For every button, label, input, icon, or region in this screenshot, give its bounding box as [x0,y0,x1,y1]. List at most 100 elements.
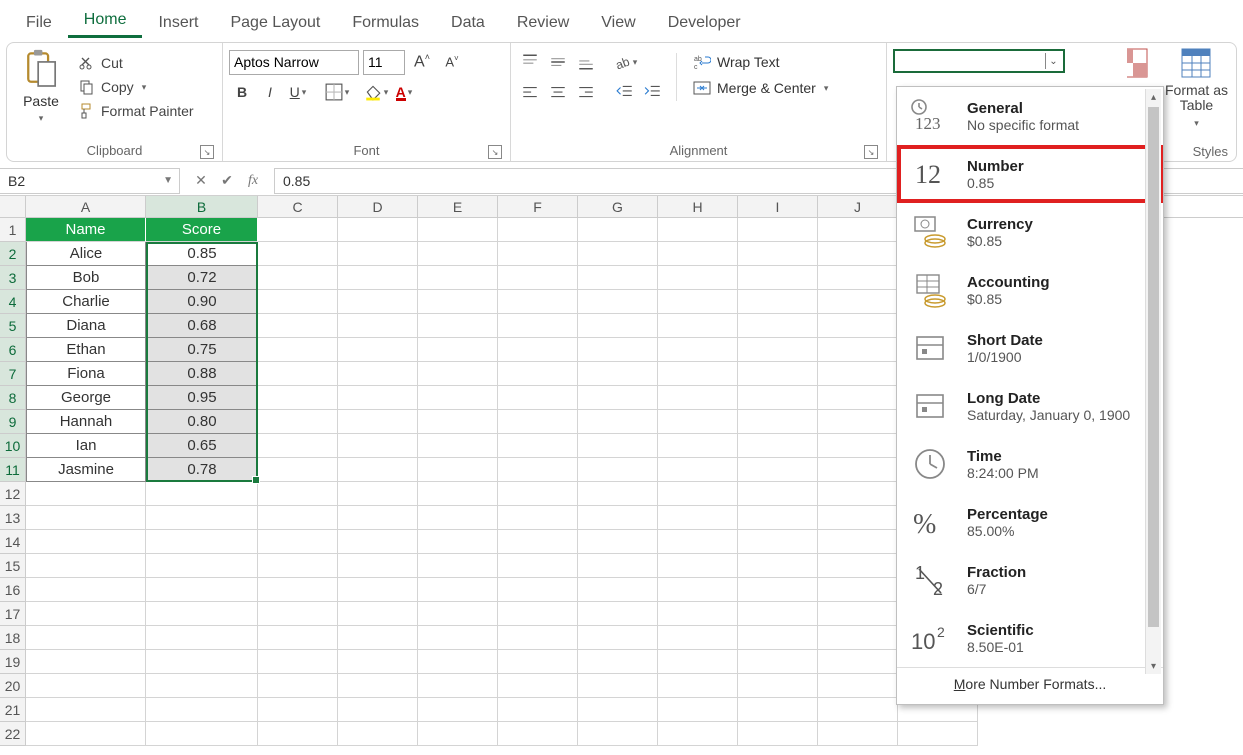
cell-F1[interactable] [498,218,578,242]
cell-B16[interactable] [146,578,258,602]
cell-J18[interactable] [818,626,898,650]
cell-C9[interactable] [258,410,338,434]
row-header-13[interactable]: 13 [0,506,26,530]
cell-D9[interactable] [338,410,418,434]
cell-J5[interactable] [818,314,898,338]
row-header-20[interactable]: 20 [0,674,26,698]
cell-E7[interactable] [418,362,498,386]
cell-B15[interactable] [146,554,258,578]
cell-G21[interactable] [578,698,658,722]
cell-H1[interactable] [658,218,738,242]
format-painter-button[interactable]: Format Painter [75,101,198,121]
cell-A3[interactable]: Bob [26,266,146,290]
cell-G9[interactable] [578,410,658,434]
cell-J17[interactable] [818,602,898,626]
format-option-number[interactable]: 12 Number 0.85 [897,145,1163,203]
cell-E4[interactable] [418,290,498,314]
number-format-combo[interactable]: ⌄ [893,49,1065,73]
cell-F9[interactable] [498,410,578,434]
select-all-corner[interactable] [0,196,26,217]
cell-J20[interactable] [818,674,898,698]
cell-G4[interactable] [578,290,658,314]
cell-G2[interactable] [578,242,658,266]
cell-A4[interactable]: Charlie [26,290,146,314]
tab-developer[interactable]: Developer [652,6,757,38]
cell-I11[interactable] [738,458,818,482]
cell-D4[interactable] [338,290,418,314]
cell-E13[interactable] [418,506,498,530]
cell-J19[interactable] [818,650,898,674]
cell-D20[interactable] [338,674,418,698]
cell-C18[interactable] [258,626,338,650]
cell-B6[interactable]: 0.75 [146,338,258,362]
cell-D21[interactable] [338,698,418,722]
cell-A14[interactable] [26,530,146,554]
cell-J13[interactable] [818,506,898,530]
cell-G3[interactable] [578,266,658,290]
cancel-formula-button[interactable]: ✕ [188,169,214,193]
cell-C10[interactable] [258,434,338,458]
cell-C11[interactable] [258,458,338,482]
col-header-E[interactable]: E [418,196,498,217]
cell-I1[interactable] [738,218,818,242]
align-middle-button[interactable] [545,49,571,75]
row-header-22[interactable]: 22 [0,722,26,746]
font-launcher[interactable]: ↘ [488,145,502,159]
name-box[interactable]: B2 ▼ [0,168,180,194]
cell-G15[interactable] [578,554,658,578]
format-option-percentage[interactable]: % Percentage 85.00% [897,493,1163,551]
increase-indent-button[interactable] [640,79,666,105]
font-name-input[interactable] [229,50,359,75]
cell-G14[interactable] [578,530,658,554]
col-header-A[interactable]: A [26,196,146,217]
cell-F21[interactable] [498,698,578,722]
col-header-J[interactable]: J [818,196,898,217]
cell-I13[interactable] [738,506,818,530]
cell-D12[interactable] [338,482,418,506]
cell-G12[interactable] [578,482,658,506]
cell-E11[interactable] [418,458,498,482]
cell-J12[interactable] [818,482,898,506]
cell-J4[interactable] [818,290,898,314]
tab-data[interactable]: Data [435,6,501,38]
cell-F8[interactable] [498,386,578,410]
cell-C7[interactable] [258,362,338,386]
cell-F6[interactable] [498,338,578,362]
col-header-B[interactable]: B [146,196,258,217]
cell-H6[interactable] [658,338,738,362]
tab-home[interactable]: Home [68,3,143,38]
cell-D3[interactable] [338,266,418,290]
cell-F22[interactable] [498,722,578,746]
cell-I7[interactable] [738,362,818,386]
cell-I3[interactable] [738,266,818,290]
cell-H21[interactable] [658,698,738,722]
cell-I9[interactable] [738,410,818,434]
cell-J7[interactable] [818,362,898,386]
cell-F12[interactable] [498,482,578,506]
row-header-17[interactable]: 17 [0,602,26,626]
cell-E9[interactable] [418,410,498,434]
format-option-currency[interactable]: Currency $0.85 [897,203,1163,261]
cell-H20[interactable] [658,674,738,698]
cell-B9[interactable]: 0.80 [146,410,258,434]
cell-H12[interactable] [658,482,738,506]
alignment-launcher[interactable]: ↘ [864,145,878,159]
cell-E15[interactable] [418,554,498,578]
cell-B11[interactable]: 0.78 [146,458,258,482]
format-option-general[interactable]: 123 General No specific format [897,87,1163,145]
row-header-3[interactable]: 3 [0,266,26,290]
cell-F2[interactable] [498,242,578,266]
cell-G18[interactable] [578,626,658,650]
cell-C6[interactable] [258,338,338,362]
format-option-longdate[interactable]: Long Date Saturday, January 0, 1900 [897,377,1163,435]
copy-button[interactable]: Copy [75,77,198,97]
cell-G5[interactable] [578,314,658,338]
cell-C2[interactable] [258,242,338,266]
cell-G19[interactable] [578,650,658,674]
col-header-C[interactable]: C [258,196,338,217]
cell-E14[interactable] [418,530,498,554]
cell-I21[interactable] [738,698,818,722]
cell-J10[interactable] [818,434,898,458]
cell-B19[interactable] [146,650,258,674]
cell-G8[interactable] [578,386,658,410]
